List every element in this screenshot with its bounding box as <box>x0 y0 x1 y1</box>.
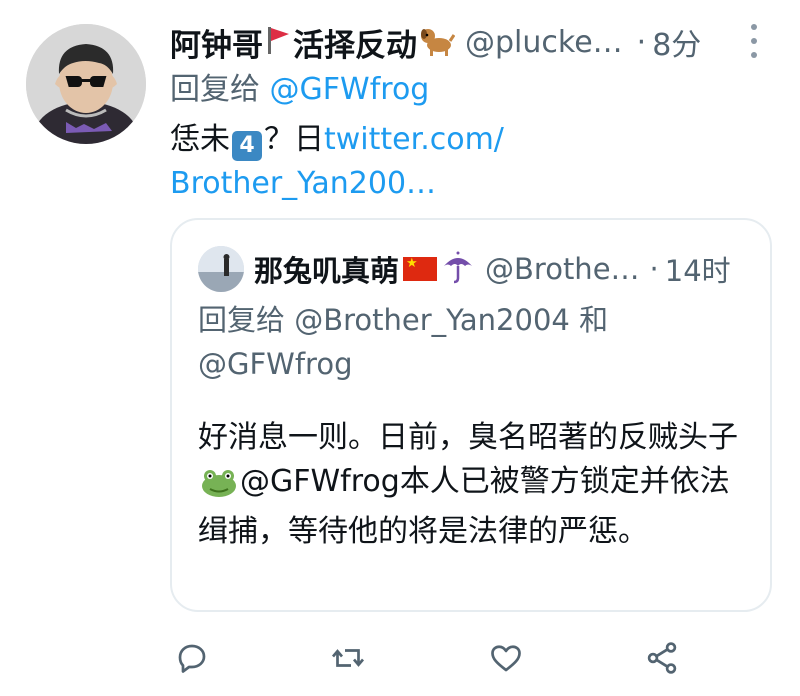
tweet-action-bar <box>170 636 770 680</box>
author-display-name[interactable]: 阿钟哥 <box>170 20 263 64</box>
author-avatar[interactable] <box>26 24 146 144</box>
heart-icon <box>491 645 521 672</box>
like-button[interactable] <box>484 636 528 680</box>
tweet-header: 阿钟哥 活择反动 @plucke… · 8分 <box>170 20 730 64</box>
quoted-text-mention: @GFWfrog <box>240 464 400 499</box>
quoted-author-avatar <box>198 246 244 292</box>
avatar-photo <box>26 24 146 144</box>
quoted-reply-and: 和 <box>579 303 609 337</box>
tweet-timestamp[interactable]: 8分 <box>652 20 701 64</box>
tweet-link-line2[interactable]: Brother_Yan200… <box>170 166 436 201</box>
reply-button[interactable] <box>170 636 214 680</box>
retweet-icon <box>331 649 365 667</box>
quoted-author-display-name: 那兔叽真萌 <box>254 254 400 288</box>
quoted-header-separator: · <box>649 252 659 286</box>
umbrella-icon <box>441 250 475 288</box>
quoted-avatar-photo <box>198 246 244 292</box>
reply-context: 回复给 @GFWfrog <box>170 70 429 110</box>
dog-icon <box>419 23 456 61</box>
quoted-tweet-card[interactable]: 那兔叽真萌 @Brothe… · 14时 回复给 @Brother_Yan200… <box>170 218 772 612</box>
tweet-text: 恁未 4 ？日twitter.com/ Brother_Yan200… <box>170 118 730 206</box>
quoted-text-part1: 好消息一则。日前，臭名昭著的反贼头子 <box>198 420 738 455</box>
author-display-name-suffix[interactable]: 活择反动 <box>293 20 417 64</box>
quoted-tweet-header: 那兔叽真萌 @Brothe… · 14时 <box>254 244 754 294</box>
more-vertical-icon[interactable] <box>742 24 766 58</box>
quoted-reply-to-1: @Brother_Yan2004 <box>294 303 570 337</box>
reply-icon <box>178 644 206 673</box>
reply-to-mention[interactable]: @GFWfrog <box>270 72 430 107</box>
share-icon <box>647 642 677 674</box>
share-button[interactable] <box>640 636 684 680</box>
tweet-text-mid: ？日 <box>264 122 324 157</box>
quoted-author-handle: @Brothe… <box>485 252 640 286</box>
quoted-reply-context: 回复给 @Brother_Yan2004 和 @GFWfrog <box>198 298 648 386</box>
reply-prefix: 回复给 <box>170 72 260 107</box>
quoted-tweet-timestamp: 14时 <box>664 254 731 288</box>
keycap-digit-icon: 4 <box>232 131 262 161</box>
tweet-text-prefix: 恁未 <box>170 122 230 157</box>
frog-icon <box>200 466 238 510</box>
quoted-tweet-text: 好消息一则。日前，臭名昭著的反贼头子@GFWfrog本人已被警方锁定并依法缉捕，… <box>198 416 748 554</box>
retweet-button[interactable] <box>326 636 370 680</box>
triangular-flag-icon <box>265 24 291 60</box>
china-flag-icon <box>403 256 438 281</box>
header-separator: · <box>636 24 647 60</box>
author-handle[interactable]: @plucke… <box>465 25 623 60</box>
quoted-reply-to-2: @GFWfrog <box>198 347 353 381</box>
tweet-link-line1[interactable]: twitter.com/ <box>324 122 504 157</box>
quoted-reply-prefix: 回复给 <box>198 303 286 337</box>
